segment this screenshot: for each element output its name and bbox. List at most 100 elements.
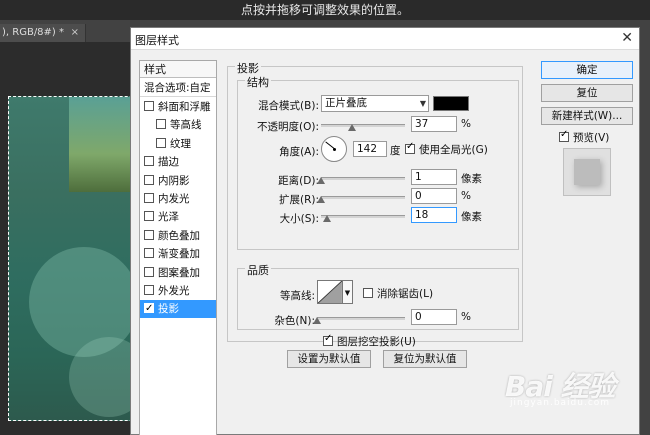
- style-item[interactable]: 颜色叠加: [140, 227, 216, 245]
- knockout-label: 图层挖空投影(U): [337, 336, 416, 348]
- style-item[interactable]: 内发光: [140, 190, 216, 208]
- style-item[interactable]: 纹理: [140, 135, 216, 153]
- opacity-slider[interactable]: [321, 124, 405, 127]
- preview-label: 预览(V): [573, 132, 610, 144]
- angle-dial[interactable]: [321, 136, 347, 162]
- style-item-label: 等高线: [170, 119, 202, 132]
- noise-input[interactable]: 0: [411, 309, 457, 325]
- style-item[interactable]: 内阴影: [140, 172, 216, 190]
- document-tab[interactable]: ), RGB/8#) * ×: [0, 24, 86, 42]
- spread-slider-handle[interactable]: [317, 196, 325, 203]
- quality-title: 品质: [245, 262, 271, 278]
- style-item-label: 颜色叠加: [158, 229, 200, 242]
- style-item-label: 描边: [158, 156, 179, 169]
- contour-picker[interactable]: [317, 280, 343, 304]
- preview-check-icon[interactable]: [559, 129, 569, 142]
- canvas-image[interactable]: [8, 96, 148, 421]
- global-light-label: 使用全局光(G): [419, 144, 488, 156]
- contour-label: 等高线:: [279, 290, 315, 302]
- blending-options-item[interactable]: 混合选项:自定: [140, 79, 216, 97]
- style-item-checkbox[interactable]: [144, 266, 154, 277]
- style-item-checkbox[interactable]: [144, 300, 154, 318]
- style-item[interactable]: 光泽: [140, 208, 216, 226]
- style-item-label: 内阴影: [158, 174, 190, 187]
- antialias-label: 消除锯齿(L): [377, 288, 434, 300]
- style-item[interactable]: 外发光: [140, 282, 216, 300]
- dialog-titlebar[interactable]: 图层样式 ✕: [131, 28, 639, 50]
- document-tab-label: ), RGB/8#) *: [2, 27, 65, 38]
- opacity-input[interactable]: 37: [411, 116, 457, 132]
- style-item-checkbox[interactable]: [144, 229, 154, 240]
- distance-slider-handle[interactable]: [317, 177, 326, 184]
- global-light-checkbox[interactable]: 使用全局光(G): [405, 141, 488, 157]
- antialias-check-icon[interactable]: [363, 288, 373, 298]
- drop-shadow-panel: 投影 结构 混合模式(B): 正片叠底 ▼ 不透明度(O): 37 % 角度(A…: [227, 60, 527, 435]
- distance-slider[interactable]: [321, 177, 405, 180]
- close-icon[interactable]: ✕: [621, 30, 633, 46]
- styles-list: 样式 混合选项:自定 斜面和浮雕等高线纹理描边内阴影内发光光泽颜色叠加渐变叠加图…: [139, 60, 217, 435]
- preview-checkbox[interactable]: 预览(V): [559, 129, 610, 145]
- size-slider-handle[interactable]: [323, 215, 332, 222]
- noise-unit: %: [461, 311, 471, 323]
- style-item[interactable]: 等高线: [140, 116, 216, 134]
- style-preview: [563, 148, 611, 196]
- style-item-checkbox[interactable]: [144, 285, 154, 295]
- noise-slider-handle[interactable]: [313, 317, 321, 324]
- knockout-check-icon[interactable]: [323, 333, 333, 346]
- opacity-label: 不透明度(O):: [257, 121, 319, 133]
- angle-unit: 度: [390, 145, 401, 157]
- style-item-checkbox[interactable]: [144, 101, 154, 111]
- style-item-checkbox[interactable]: [144, 174, 154, 185]
- noise-slider[interactable]: [317, 317, 405, 320]
- contour-curve-icon: [318, 281, 342, 303]
- contour-dropdown[interactable]: ▼: [343, 280, 353, 304]
- shadow-color-swatch[interactable]: [433, 96, 469, 111]
- style-item-label: 光泽: [158, 211, 179, 224]
- antialias-checkbox[interactable]: 消除锯齿(L): [363, 286, 433, 301]
- spread-slider[interactable]: [321, 196, 405, 199]
- angle-input[interactable]: 142: [353, 141, 387, 157]
- style-item-checkbox[interactable]: [144, 193, 154, 203]
- blend-mode-value: 正片叠底: [325, 97, 367, 109]
- reset-default-button[interactable]: 复位为默认值: [383, 350, 467, 368]
- blend-mode-label: 混合模式(B):: [258, 100, 319, 112]
- make-default-button[interactable]: 设置为默认值: [287, 350, 371, 368]
- opacity-slider-handle[interactable]: [348, 124, 357, 131]
- new-style-button[interactable]: 新建样式(W)...: [541, 107, 633, 125]
- ok-button[interactable]: 确定: [541, 61, 633, 79]
- close-tab-icon[interactable]: ×: [71, 24, 79, 42]
- instruction-bar: 点按并拖移可调整效果的位置。: [0, 0, 650, 20]
- style-item[interactable]: 投影: [140, 300, 216, 319]
- size-label: 大小(S):: [279, 213, 319, 225]
- structure-title: 结构: [245, 74, 271, 90]
- style-item-checkbox[interactable]: [144, 156, 154, 167]
- styles-header[interactable]: 样式: [140, 61, 216, 78]
- blend-mode-select[interactable]: 正片叠底 ▼: [321, 95, 429, 112]
- style-item-checkbox[interactable]: [144, 211, 154, 222]
- global-light-check-icon[interactable]: [405, 141, 415, 154]
- style-item-label: 渐变叠加: [158, 248, 200, 261]
- distance-input[interactable]: 1: [411, 169, 457, 185]
- angle-label: 角度(A):: [279, 146, 319, 158]
- spread-label: 扩展(R):: [278, 194, 319, 206]
- style-item-label: 投影: [158, 303, 179, 316]
- reset-button[interactable]: 复位: [541, 84, 633, 102]
- style-item-checkbox[interactable]: [156, 119, 166, 130]
- size-input[interactable]: 18: [411, 207, 457, 223]
- watermark-url: jingyan.baidu.com: [510, 398, 611, 408]
- size-slider[interactable]: [321, 215, 405, 218]
- angle-dial-center: [333, 148, 336, 151]
- style-item[interactable]: 渐变叠加: [140, 245, 216, 263]
- style-item-checkbox[interactable]: [144, 248, 154, 259]
- size-unit: 像素: [461, 211, 482, 223]
- distance-label: 距离(D):: [278, 175, 319, 187]
- style-item-label: 内发光: [158, 193, 190, 205]
- style-item[interactable]: 描边: [140, 153, 216, 171]
- knockout-checkbox[interactable]: 图层挖空投影(U): [323, 333, 416, 349]
- style-item[interactable]: 图案叠加: [140, 264, 216, 282]
- chevron-down-icon: ▼: [419, 99, 426, 108]
- style-item[interactable]: 斜面和浮雕: [140, 98, 216, 116]
- style-item-checkbox[interactable]: [156, 137, 166, 148]
- opacity-unit: %: [461, 118, 471, 130]
- spread-input[interactable]: 0: [411, 188, 457, 204]
